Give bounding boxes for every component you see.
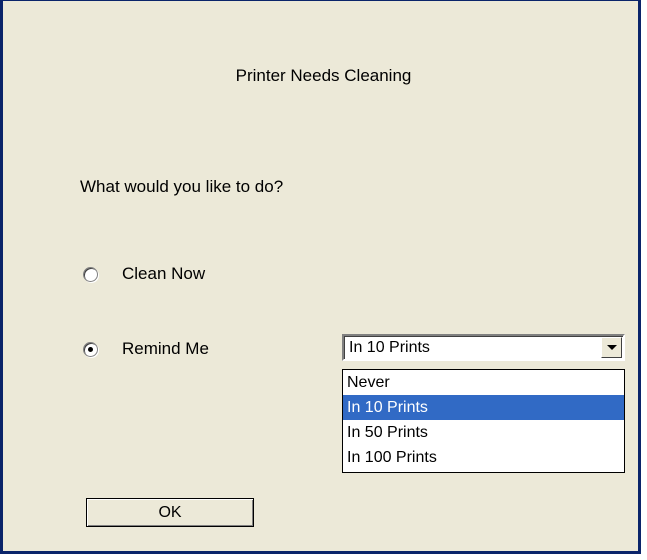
remind-me-label: Remind Me — [122, 339, 209, 358]
reminder-dropdown[interactable]: In 10 Prints — [342, 334, 625, 361]
remind-me-radio[interactable] — [83, 341, 98, 357]
dropdown-option-never[interactable]: Never — [343, 370, 624, 395]
reminder-dropdown-value: In 10 Prints — [349, 339, 430, 356]
clean-now-option[interactable]: Clean Now — [83, 264, 205, 284]
chevron-down-icon — [606, 345, 617, 350]
clean-now-radio[interactable] — [83, 266, 98, 282]
dropdown-option-in-50-prints[interactable]: In 50 Prints — [343, 420, 624, 445]
dialog-title: Printer Needs Cleaning — [235, 66, 412, 85]
clean-now-label: Clean Now — [122, 264, 206, 283]
dropdown-option-in-100-prints[interactable]: In 100 Prints — [343, 445, 624, 470]
dropdown-arrow-button[interactable] — [601, 337, 622, 358]
printer-cleaning-dialog: Printer Needs Cleaning What would you li… — [0, 0, 641, 554]
reminder-dropdown-list: Never In 10 Prints In 50 Prints In 100 P… — [342, 369, 625, 473]
ok-button[interactable]: OK — [86, 498, 254, 527]
remind-me-option[interactable]: Remind Me — [83, 339, 209, 359]
prompt-text: What would you like to do? — [80, 177, 284, 196]
dropdown-option-in-10-prints[interactable]: In 10 Prints — [343, 395, 624, 420]
